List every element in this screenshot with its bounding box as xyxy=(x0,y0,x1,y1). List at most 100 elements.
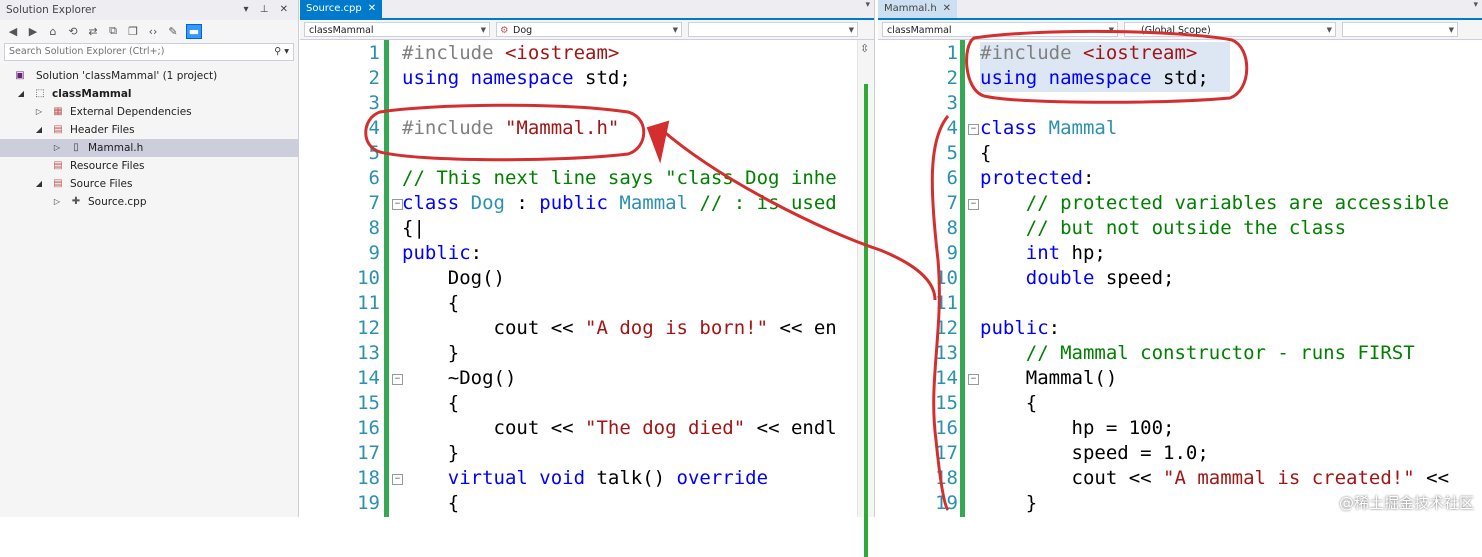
solution-explorer-title-bar: Solution Explorer ▾ ⊥ ✕ xyxy=(0,0,298,20)
close-icon[interactable]: ✕ xyxy=(368,3,376,14)
line-number: 6 xyxy=(368,167,380,189)
chevron-down-icon: ▼ xyxy=(672,26,678,34)
collapse-all-icon[interactable]: ⧉ xyxy=(106,24,120,38)
properties-icon[interactable]: ✎ xyxy=(166,25,180,38)
tree-item[interactable]: ◢ ▤ Header Files xyxy=(0,121,298,139)
expander-icon[interactable]: ◢ xyxy=(34,175,44,193)
split-icon[interactable]: ⇳ xyxy=(860,42,869,55)
project-dropdown[interactable]: classMammal ▼ xyxy=(304,22,490,37)
line-number: 10 xyxy=(357,267,380,289)
tree-item[interactable]: ◢ ▤ Source Files xyxy=(0,175,298,193)
code-token: : xyxy=(1082,167,1095,189)
member-dropdown[interactable]: ▼ xyxy=(688,22,858,37)
project-name: classMammal xyxy=(309,25,374,36)
view-code-icon[interactable]: ‹› xyxy=(146,25,160,38)
line-number: 6 xyxy=(946,167,958,189)
mammal-h-editor: Mammal.h ✕ ▾ classMammal ▼ (Global Scope) ▼… xyxy=(878,0,1482,517)
code-token: cout << xyxy=(980,467,1164,489)
scope-name: (Global Scope) xyxy=(1141,25,1211,36)
line-number: 14 xyxy=(935,367,958,389)
tree-item[interactable]: ▷ ▯ Mammal.h xyxy=(0,139,298,157)
line-number: 11 xyxy=(935,292,958,314)
tree-item[interactable]: ▷ ▦ External Dependencies xyxy=(0,103,298,121)
expander-icon[interactable]: ▷ xyxy=(34,103,44,121)
code-line: class Mammal xyxy=(980,117,1117,139)
code-area[interactable]: 1 2 3 4 5 6 7 8 9 10 11 12 13 14 15 16 17 18 19− − − #include… xyxy=(300,40,874,517)
tree-item[interactable]: ◢ ⬚ classMammal xyxy=(0,85,298,103)
code-line: protected: xyxy=(980,167,1094,189)
search-icon[interactable]: ⚲ ▾ xyxy=(274,44,289,60)
panel-window-controls[interactable]: ▾ ⊥ ✕ xyxy=(244,0,292,20)
code-token: #include xyxy=(402,42,505,64)
editor-nav-bar: classMammal ▼ (Global Scope) ▼ ▼ xyxy=(878,20,1482,40)
code-line: cout << "The dog died" << endl xyxy=(402,417,837,439)
code-line: {| xyxy=(402,217,425,239)
code-line: { xyxy=(402,292,459,314)
tree-item[interactable]: ▣ Solution 'classMammal' (1 project) xyxy=(0,67,298,85)
close-icon[interactable]: ✕ xyxy=(943,3,951,14)
tab-mammal-h[interactable]: Mammal.h ✕ xyxy=(878,0,958,18)
fold-toggle-icon[interactable]: − xyxy=(968,124,979,135)
expander-icon[interactable]: ◢ xyxy=(34,121,44,139)
filter-icon: ▤ xyxy=(53,178,63,189)
scope-dropdown[interactable]: (Global Scope) ▼ xyxy=(1124,22,1336,37)
code-line: #include <iostream> xyxy=(402,42,619,64)
line-number: 2 xyxy=(368,67,380,89)
code-token: public xyxy=(402,242,471,264)
history-icon[interactable]: ⟲ xyxy=(66,25,80,38)
tab-overflow-icon[interactable]: ▾ xyxy=(1473,0,1478,10)
search-input[interactable]: Search Solution Explorer (Ctrl+;) xyxy=(9,46,164,57)
forward-icon[interactable]: ▶ xyxy=(26,25,40,38)
back-icon[interactable]: ◀ xyxy=(6,25,20,38)
line-number: 5 xyxy=(946,142,958,164)
tree-item[interactable]: ▤ Resource Files xyxy=(0,157,298,175)
sync-icon[interactable]: ⇄ xyxy=(86,25,100,38)
code-line: hp = 100; xyxy=(980,417,1175,439)
code-line: cout << "A mammal is created!" << xyxy=(980,467,1450,489)
code-token: int xyxy=(980,242,1072,264)
tree-item[interactable]: ▷ ✚ Source.cpp xyxy=(0,193,298,211)
tab-overflow-icon[interactable]: ▾ xyxy=(865,0,870,10)
tree-item-label: Header Files xyxy=(70,124,135,136)
cpp-file-icon: ✚ xyxy=(71,196,81,207)
vertical-scrollbar[interactable]: ⇳ xyxy=(857,40,874,557)
project-dropdown[interactable]: classMammal ▼ xyxy=(882,22,1118,37)
member-dropdown[interactable]: ▼ xyxy=(1342,22,1458,37)
code-token: virtual void xyxy=(402,467,597,489)
code-area[interactable]: 1 2 3 4 5 6 7 8 9 10 11 12 13 14 15 16 17 18 19− − − #include… xyxy=(878,40,1482,517)
show-all-files-icon[interactable]: ❐ xyxy=(126,25,140,38)
expander-icon[interactable]: ▷ xyxy=(52,193,62,211)
chevron-down-icon: ▼ xyxy=(1448,26,1454,34)
line-number: 19 xyxy=(935,492,958,514)
code-line: public: xyxy=(980,317,1060,339)
tree-item-label: Source Files xyxy=(70,178,133,190)
expander-icon[interactable]: ◢ xyxy=(16,85,26,103)
preview-selected-icon[interactable]: ▬ xyxy=(186,23,202,39)
change-tracking-bar xyxy=(960,40,965,517)
editor-tab-bar: Source.cpp ✕ ▾ xyxy=(300,0,874,20)
home-icon[interactable]: ⌂ xyxy=(46,25,60,38)
fold-toggle-icon[interactable]: − xyxy=(968,374,979,385)
references-icon: ▦ xyxy=(53,106,63,117)
solution-explorer-search[interactable]: Search Solution Explorer (Ctrl+;) ⚲ ▾ xyxy=(4,43,294,61)
fold-toggle-icon[interactable]: − xyxy=(968,199,979,210)
code-token: #include xyxy=(980,42,1083,64)
code-line: public: xyxy=(402,242,482,264)
scope-dropdown[interactable]: ⚙ Dog ▼ xyxy=(496,22,682,37)
code-line: Mammal() xyxy=(980,367,1118,389)
code-token: public xyxy=(980,317,1049,339)
code-line: class Dog : public Mammal // : is used xyxy=(402,192,837,214)
change-marker xyxy=(864,84,868,557)
chevron-down-icon: ▼ xyxy=(848,26,854,34)
code-token: << endl xyxy=(745,417,837,439)
code-line: virtual void talk() override xyxy=(402,467,768,489)
tab-source-cpp[interactable]: Source.cpp ✕ xyxy=(300,0,383,18)
chevron-down-icon: ▼ xyxy=(1326,26,1332,34)
editor-nav-bar: classMammal ▼ ⚙ Dog ▼ ▼ xyxy=(300,20,874,40)
code-token: <iostream> xyxy=(504,42,620,64)
line-number: 19 xyxy=(357,492,380,514)
expander-icon[interactable]: ▷ xyxy=(52,139,62,157)
code-token: {| xyxy=(402,217,425,239)
code-line: } xyxy=(402,342,459,364)
code-token: << en xyxy=(768,317,837,339)
